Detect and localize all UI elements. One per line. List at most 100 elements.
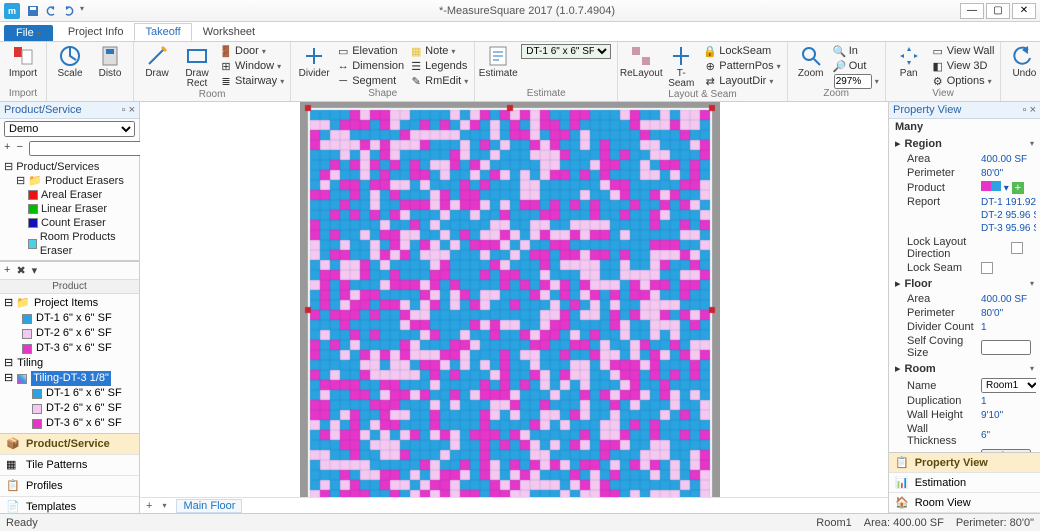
status-area: Area: 400.00 SF — [864, 517, 944, 529]
zoom-out-button[interactable]: 🔎Out — [834, 59, 879, 73]
group-region[interactable]: ▸ Region▾ — [889, 135, 1040, 152]
relayout-button[interactable]: ReLayout — [624, 44, 658, 79]
window-title: *-MeasureSquare 2017 (1.0.7.4904) — [94, 5, 960, 17]
nav-templates[interactable]: 📄Templates — [0, 497, 139, 513]
rnav-room-view[interactable]: 🏠Room View — [889, 493, 1040, 513]
dimension-button[interactable]: ↔Dimension — [337, 59, 404, 73]
left-panel: Product/Service ▫× Demo +− ⊟ Product/Ser… — [0, 102, 140, 513]
product-tree: ⊟ Product/Services ⊟ 📁 Product Erasers A… — [0, 158, 139, 260]
status-room: Room1 — [816, 517, 851, 529]
tree-root[interactable]: ⊟ Product/Services — [4, 160, 135, 174]
list-item[interactable]: DT-1 6" x 6" SF — [4, 311, 135, 326]
undo-button[interactable]: Undo — [1007, 44, 1040, 79]
view3d-button[interactable]: ◧View 3D — [932, 59, 995, 73]
rmedit-button[interactable]: ✎RmEdit ▾ — [410, 74, 468, 88]
product-column-header: Product — [0, 279, 139, 294]
disto-button[interactable]: Disto — [93, 44, 127, 79]
left-panel-header: Product/Service ▫× — [0, 102, 139, 119]
statusbar: Ready Room1 Area: 400.00 SF Perimeter: 8… — [0, 513, 1040, 531]
list-item[interactable]: DT-2 6" x 6" SF — [4, 326, 135, 341]
patternpos-button[interactable]: ⊕PatternPos ▾ — [704, 59, 780, 73]
legends-button[interactable]: ☰Legends — [410, 59, 468, 73]
qat-dropdown-icon[interactable]: ▾ — [80, 4, 94, 18]
self-coving-input[interactable] — [981, 340, 1031, 355]
file-tab[interactable]: File ▾ — [4, 25, 53, 41]
tab-worksheet[interactable]: Worksheet — [192, 23, 266, 41]
ribbon-tabs: File ▾ Project Info Takeoff Worksheet — [0, 22, 1040, 42]
group-floor[interactable]: ▸ Floor▾ — [889, 275, 1040, 292]
tree-collapse-icon[interactable]: − — [16, 141, 22, 156]
segment-button[interactable]: ─Segment — [337, 74, 404, 88]
import-button[interactable]: Import — [6, 44, 40, 79]
tree-item[interactable]: Count Eraser — [4, 216, 135, 230]
stairway-button[interactable]: ≣Stairway ▾ — [220, 74, 284, 88]
close-button[interactable]: ✕ — [1012, 3, 1036, 19]
rnav-estimation[interactable]: 📊Estimation — [889, 473, 1040, 493]
divider-button[interactable]: Divider — [297, 44, 331, 79]
draw-button[interactable]: Draw — [140, 44, 174, 79]
group-room[interactable]: ▸ Room▾ — [889, 360, 1040, 377]
ribbon: Import Import Scale Disto Draw Draw Rect… — [0, 42, 1040, 102]
status-ready: Ready — [6, 517, 38, 529]
tree-item[interactable]: Areal Eraser — [4, 188, 135, 202]
lockseam-button[interactable]: 🔒LockSeam — [704, 44, 780, 58]
tseam-button[interactable]: T-Seam — [664, 44, 698, 89]
layoutdir-button[interactable]: ⇄LayoutDir ▾ — [704, 74, 780, 88]
nav-profiles[interactable]: 📋Profiles — [0, 476, 139, 497]
product-service-combo[interactable]: Demo — [4, 121, 135, 137]
floor-tab-main[interactable]: Main Floor — [176, 499, 242, 513]
lock-seam-checkbox[interactable] — [981, 262, 993, 274]
drawing-canvas[interactable] — [140, 102, 888, 497]
elevation-button[interactable]: ▭Elevation — [337, 44, 404, 58]
tree-erasers[interactable]: ⊟ 📁 Product Erasers — [4, 174, 135, 188]
window-button[interactable]: ⊞Window ▾ — [220, 59, 284, 73]
prop-many: Many — [889, 119, 1040, 135]
viewwall-button[interactable]: ▭View Wall — [932, 44, 995, 58]
note-button[interactable]: ▦Note ▾ — [410, 44, 468, 58]
list-item[interactable]: DT-3 6" x 6" SF — [4, 416, 135, 431]
left-nav: 📦Product/Service ▦Tile Patterns 📋Profile… — [0, 433, 139, 513]
panel-pin-icon[interactable]: ▫ — [122, 104, 126, 116]
minimize-button[interactable]: — — [960, 3, 984, 19]
quick-access-toolbar: ▾ — [26, 4, 94, 18]
maximize-button[interactable]: ▢ — [986, 3, 1010, 19]
tiling-highlight[interactable]: ⊟ Tiling-DT-3 1/8" — [4, 371, 135, 386]
list-item[interactable]: DT-2 6" x 6" SF — [4, 401, 135, 416]
lock-layout-checkbox[interactable] — [1011, 242, 1023, 254]
door-button[interactable]: 🚪Door ▾ — [220, 44, 284, 58]
project-items-hdr[interactable]: ⊟ 📁 Project Items — [4, 296, 135, 311]
nav-product-service[interactable]: 📦Product/Service — [0, 434, 139, 455]
options-button[interactable]: ⚙Options ▾ — [932, 74, 995, 88]
list-item[interactable]: DT-3 6" x 6" SF — [4, 341, 135, 356]
qat-undo-icon[interactable] — [44, 4, 58, 18]
estimate-button[interactable]: Estimate — [481, 44, 515, 79]
tab-projectinfo[interactable]: Project Info — [57, 23, 135, 41]
app-logo: m — [4, 3, 20, 19]
qat-save-icon[interactable] — [26, 4, 40, 18]
list-item[interactable]: DT-1 6" x 6" SF — [4, 386, 135, 401]
scale-button[interactable]: Scale — [53, 44, 87, 79]
tree-expand-icon[interactable]: + — [4, 141, 10, 156]
property-list: Many ▸ Region▾ Area400.00 SF Perimeter80… — [889, 119, 1040, 452]
tree-item[interactable]: Linear Eraser — [4, 202, 135, 216]
canvas-area: + ▾ Main Floor — [140, 102, 888, 513]
project-items-list: ⊟ 📁 Project Items DT-1 6" x 6" SF DT-2 6… — [0, 294, 139, 433]
zoom-button[interactable]: Zoom — [794, 44, 828, 79]
pan-button[interactable]: Pan — [892, 44, 926, 79]
tab-takeoff[interactable]: Takeoff — [134, 23, 191, 41]
floor-menu-icon[interactable]: ▾ — [162, 501, 166, 510]
zoom-pct[interactable]: ▾ — [834, 74, 879, 88]
ribbon-group-import: Import Import — [0, 42, 47, 101]
qat-redo-icon[interactable] — [62, 4, 76, 18]
estimate-product-combo[interactable]: DT-1 6" x 6" SF — [521, 44, 611, 59]
drawrect-button[interactable]: Draw Rect — [180, 44, 214, 89]
titlebar: m ▾ *-MeasureSquare 2017 (1.0.7.4904) — … — [0, 0, 1040, 22]
floor-add-icon[interactable]: + — [146, 500, 152, 512]
nav-tile-patterns[interactable]: ▦Tile Patterns — [0, 455, 139, 476]
tree-item[interactable]: Room Products Eraser — [4, 230, 135, 258]
tiling-hdr[interactable]: ⊟ Tiling — [4, 356, 135, 371]
room-name-select[interactable]: Room1 — [981, 378, 1036, 393]
rnav-property-view[interactable]: 📋Property View — [889, 453, 1040, 473]
panel-close-icon[interactable]: × — [129, 104, 135, 116]
zoom-in-button[interactable]: 🔍In — [834, 44, 879, 58]
